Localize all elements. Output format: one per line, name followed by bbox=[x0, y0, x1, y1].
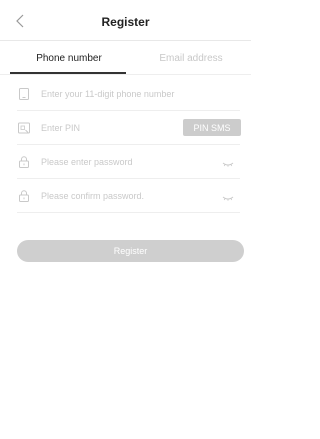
pin-input[interactable] bbox=[41, 111, 181, 144]
confirm-password-input[interactable] bbox=[41, 179, 206, 212]
page-title: Register bbox=[101, 15, 150, 29]
phone-number-input[interactable] bbox=[41, 77, 236, 110]
confirm-password-row bbox=[17, 179, 240, 213]
register-button[interactable]: Register bbox=[17, 240, 244, 262]
lock-icon bbox=[17, 155, 31, 169]
tab-email-address[interactable]: Email address bbox=[132, 42, 250, 74]
eye-closed-icon[interactable] bbox=[222, 156, 234, 167]
tabs-divider bbox=[0, 74, 251, 75]
chevron-left-icon bbox=[16, 14, 24, 28]
navigation-bar: Register bbox=[0, 0, 251, 41]
back-button[interactable] bbox=[10, 10, 32, 32]
register-method-tabs: Phone number Email address bbox=[0, 42, 251, 75]
lock-icon bbox=[17, 189, 31, 203]
tab-phone-number[interactable]: Phone number bbox=[10, 42, 128, 74]
sms-code-icon bbox=[17, 121, 31, 135]
phone-icon bbox=[17, 87, 31, 101]
password-input[interactable] bbox=[41, 145, 206, 178]
password-row bbox=[17, 145, 240, 179]
eye-closed-icon[interactable] bbox=[222, 190, 234, 201]
phone-row bbox=[17, 77, 240, 111]
send-pin-sms-button[interactable]: PIN SMS bbox=[183, 119, 241, 136]
